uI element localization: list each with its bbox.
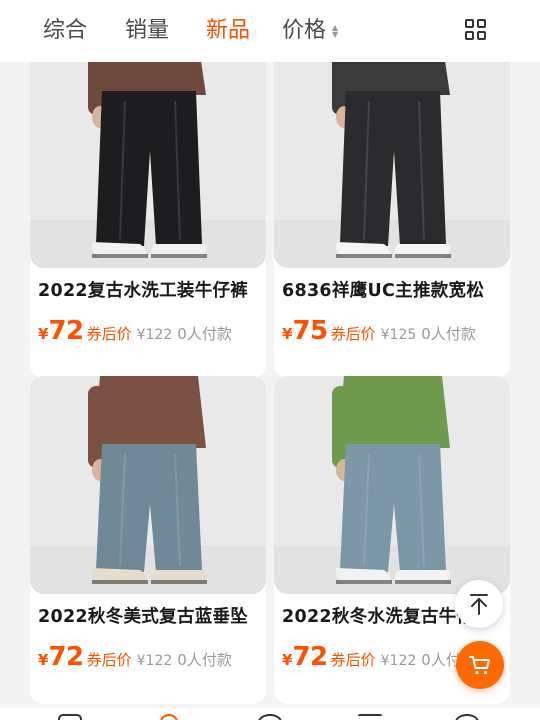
grid-view-icon[interactable] xyxy=(465,19,487,41)
coupon-price: 75 xyxy=(292,316,328,346)
coupon-price: 72 xyxy=(48,316,84,346)
product-photo[interactable] xyxy=(30,376,266,594)
product-image xyxy=(30,376,266,594)
currency-symbol: ¥ xyxy=(38,651,49,669)
sort-tab-new[interactable]: 新品 xyxy=(206,17,250,45)
coupon-label: 券后价 xyxy=(86,325,132,343)
sort-tab-price[interactable]: 价格 ▲ ▼ xyxy=(282,17,340,45)
coupon-label: 券后价 xyxy=(86,651,132,669)
product-photo[interactable] xyxy=(274,376,510,594)
currency-symbol: ¥ xyxy=(38,325,49,343)
product-image xyxy=(274,50,510,268)
back-to-top-button[interactable] xyxy=(455,580,503,628)
product-photo[interactable] xyxy=(274,50,510,268)
currency-symbol: ¥ xyxy=(282,325,293,343)
coupon-price: 72 xyxy=(48,642,84,672)
bottom-tab-bar xyxy=(0,708,540,720)
sold-count: 0人付款 xyxy=(177,325,232,343)
original-price: ¥122 xyxy=(380,653,417,669)
original-price: ¥122 xyxy=(136,327,173,343)
coupon-label: 券后价 xyxy=(330,651,376,669)
currency-symbol: ¥ xyxy=(282,651,293,669)
service-tab-icon[interactable] xyxy=(455,714,479,720)
home-tab-icon[interactable] xyxy=(58,714,82,720)
price-line: ¥75 券后价 ¥125 0人付款 xyxy=(282,316,510,350)
cart-icon xyxy=(469,656,490,675)
product-title[interactable]: 2022复古水洗工装牛仔裤 xyxy=(38,276,264,306)
coupon-label: 券后价 xyxy=(330,325,376,343)
list-tab-icon[interactable] xyxy=(358,714,382,720)
product-title[interactable]: 2022秋冬美式复古蓝垂坠 xyxy=(38,602,264,632)
original-price: ¥125 xyxy=(380,327,417,343)
coupon-price: 72 xyxy=(292,642,328,672)
sold-count: 0人付款 xyxy=(421,325,476,343)
cart-button[interactable] xyxy=(456,641,504,689)
sort-bar: 综合 销量 新品 价格 ▲ ▼ xyxy=(0,0,540,62)
sort-tab-price-label: 价格 xyxy=(282,18,327,43)
product-card[interactable]: 2022复古水洗工装牛仔裤 ¥72 券后价 ¥122 0人付款 xyxy=(30,50,266,378)
price-line: ¥72 券后价 ¥122 0人付款 xyxy=(38,642,266,676)
arrow-up-to-line-icon xyxy=(470,594,488,615)
product-card[interactable]: 2022秋冬美式复古蓝垂坠 ¥72 券后价 ¥122 0人付款 xyxy=(30,376,266,704)
product-title[interactable]: 6836祥鹰UC主推款宽松 xyxy=(282,276,508,306)
product-image xyxy=(30,50,266,268)
original-price: ¥122 xyxy=(136,653,173,669)
sort-tab-sales[interactable]: 销量 xyxy=(125,17,169,45)
price-line: ¥72 券后价 ¥122 0人付款 xyxy=(38,316,266,350)
sold-count: 0人付款 xyxy=(177,651,232,669)
sort-order-icon: ▲ ▼ xyxy=(331,23,339,39)
product-card[interactable]: 6836祥鹰UC主推款宽松 ¥75 券后价 ¥125 0人付款 xyxy=(274,50,510,378)
message-tab-icon[interactable] xyxy=(258,714,282,720)
product-image xyxy=(274,376,510,594)
sort-tab-comprehensive[interactable]: 综合 xyxy=(43,17,87,45)
category-tab-icon[interactable] xyxy=(160,714,178,720)
product-photo[interactable] xyxy=(30,50,266,268)
